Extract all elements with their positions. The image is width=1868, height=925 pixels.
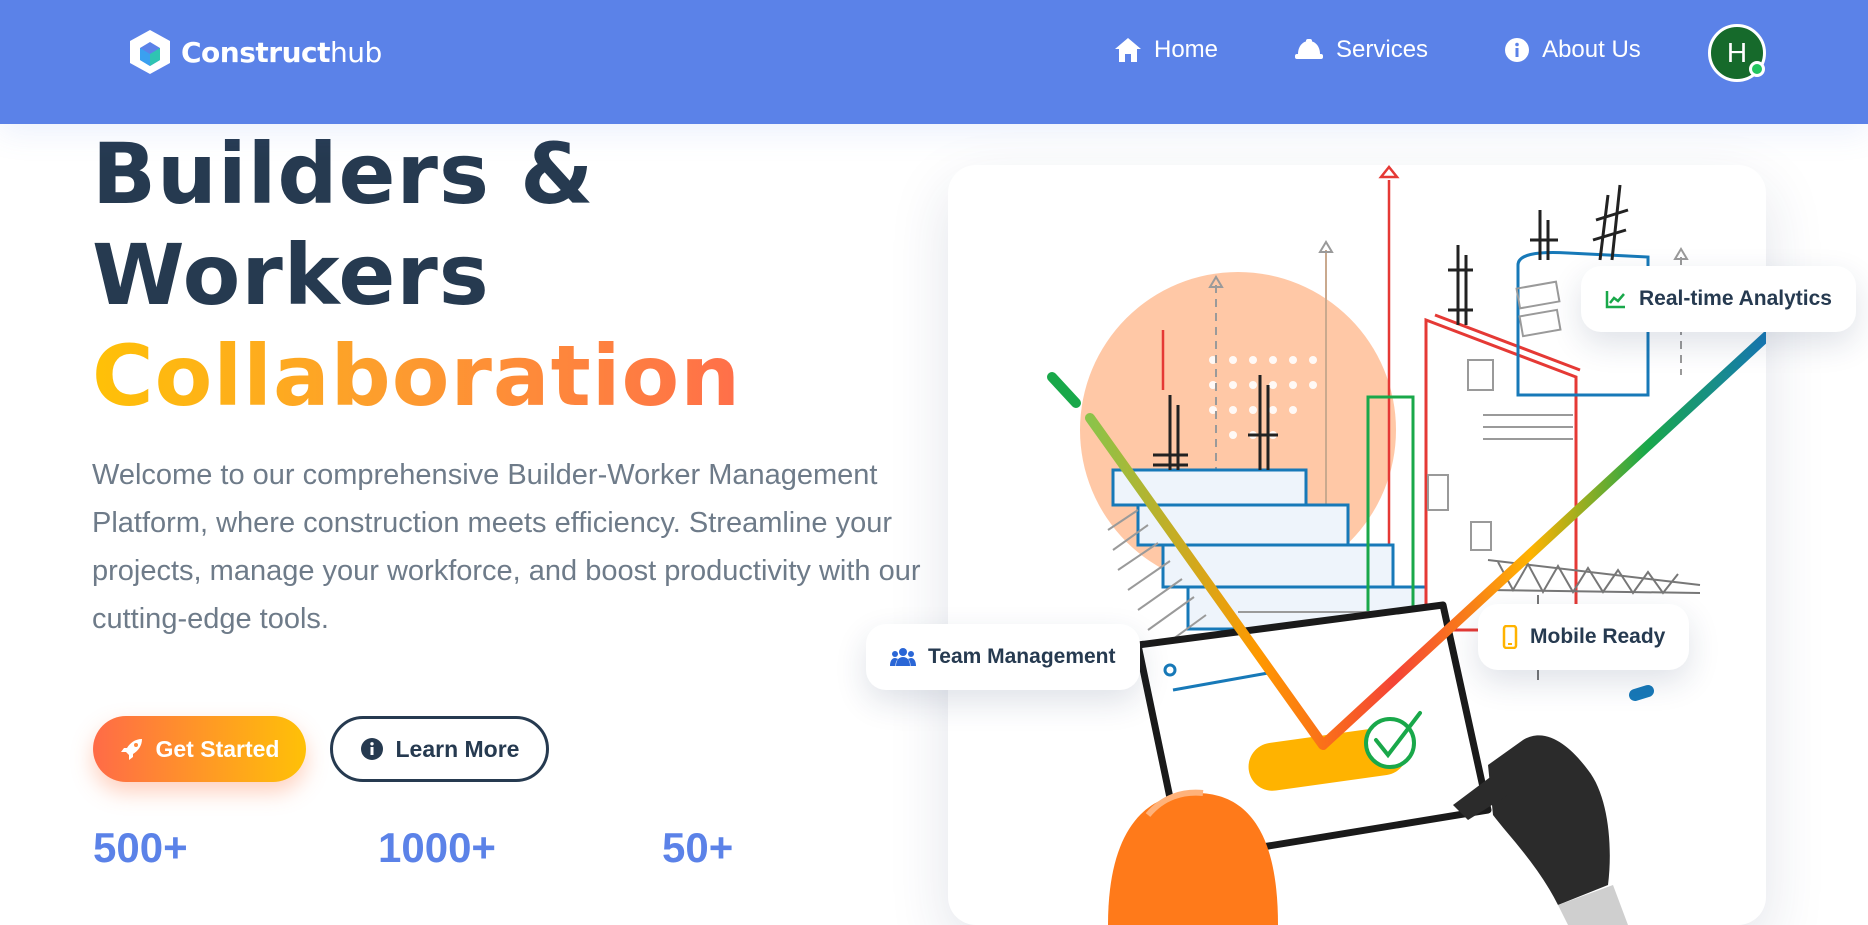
- learn-more-label: Learn More: [395, 735, 520, 762]
- get-started-label: Get Started: [155, 735, 280, 762]
- learn-more-button[interactable]: Learn More: [330, 716, 549, 782]
- home-icon: [1115, 38, 1141, 62]
- brand-name: Constructhub: [181, 36, 382, 69]
- nav-services[interactable]: Services: [1294, 36, 1428, 64]
- cube-logo-icon: [130, 30, 170, 74]
- main-nav: Home Services About Us: [1114, 36, 1641, 64]
- analytics-badge-label: Real-time Analytics: [1639, 287, 1832, 310]
- logo[interactable]: Constructhub: [127, 28, 382, 76]
- nav-home-label: Home: [1154, 36, 1219, 63]
- line-chart-icon: [1605, 291, 1625, 309]
- online-status-dot: [1749, 61, 1765, 77]
- nav-about[interactable]: About Us: [1504, 36, 1641, 64]
- rocket-icon: [120, 739, 142, 760]
- get-started-button[interactable]: Get Started: [93, 716, 306, 782]
- nav-services-label: Services: [1336, 36, 1429, 63]
- mobile-badge: Mobile Ready: [1478, 604, 1690, 670]
- team-badge-label: Team Management: [928, 645, 1116, 668]
- hero-title-line2: Workers: [92, 226, 490, 324]
- stat-value: 50+: [662, 824, 734, 871]
- team-badge: Team Management: [866, 624, 1140, 690]
- hardhat-icon: [1295, 39, 1324, 59]
- info-circle-icon: [360, 738, 383, 760]
- avatar-initial: H: [1726, 37, 1748, 68]
- stat-value: 1000+: [378, 824, 496, 871]
- info-icon: [1505, 38, 1530, 62]
- hero-title-accent: Collaboration: [92, 327, 742, 425]
- hero-title: Builders & Workers Collaboration: [92, 124, 741, 427]
- users-icon: [890, 648, 916, 666]
- hero-title-line1: Builders &: [92, 125, 595, 223]
- user-avatar[interactable]: H: [1708, 24, 1766, 82]
- brand-name-light: hub: [330, 35, 382, 69]
- brand-name-bold: Construct: [181, 35, 331, 69]
- mobile-phone-icon: [1502, 625, 1518, 649]
- nav-about-label: About Us: [1542, 36, 1641, 63]
- mobile-badge-label: Mobile Ready: [1530, 625, 1666, 648]
- hero-description: Welcome to our comprehensive Builder-Wor…: [92, 459, 921, 635]
- nav-home[interactable]: Home: [1114, 36, 1218, 64]
- stat-value: 500+: [93, 824, 188, 871]
- analytics-badge: Real-time Analytics: [1581, 266, 1856, 332]
- navbar: Constructhub Home Services About Us H: [0, 0, 1868, 124]
